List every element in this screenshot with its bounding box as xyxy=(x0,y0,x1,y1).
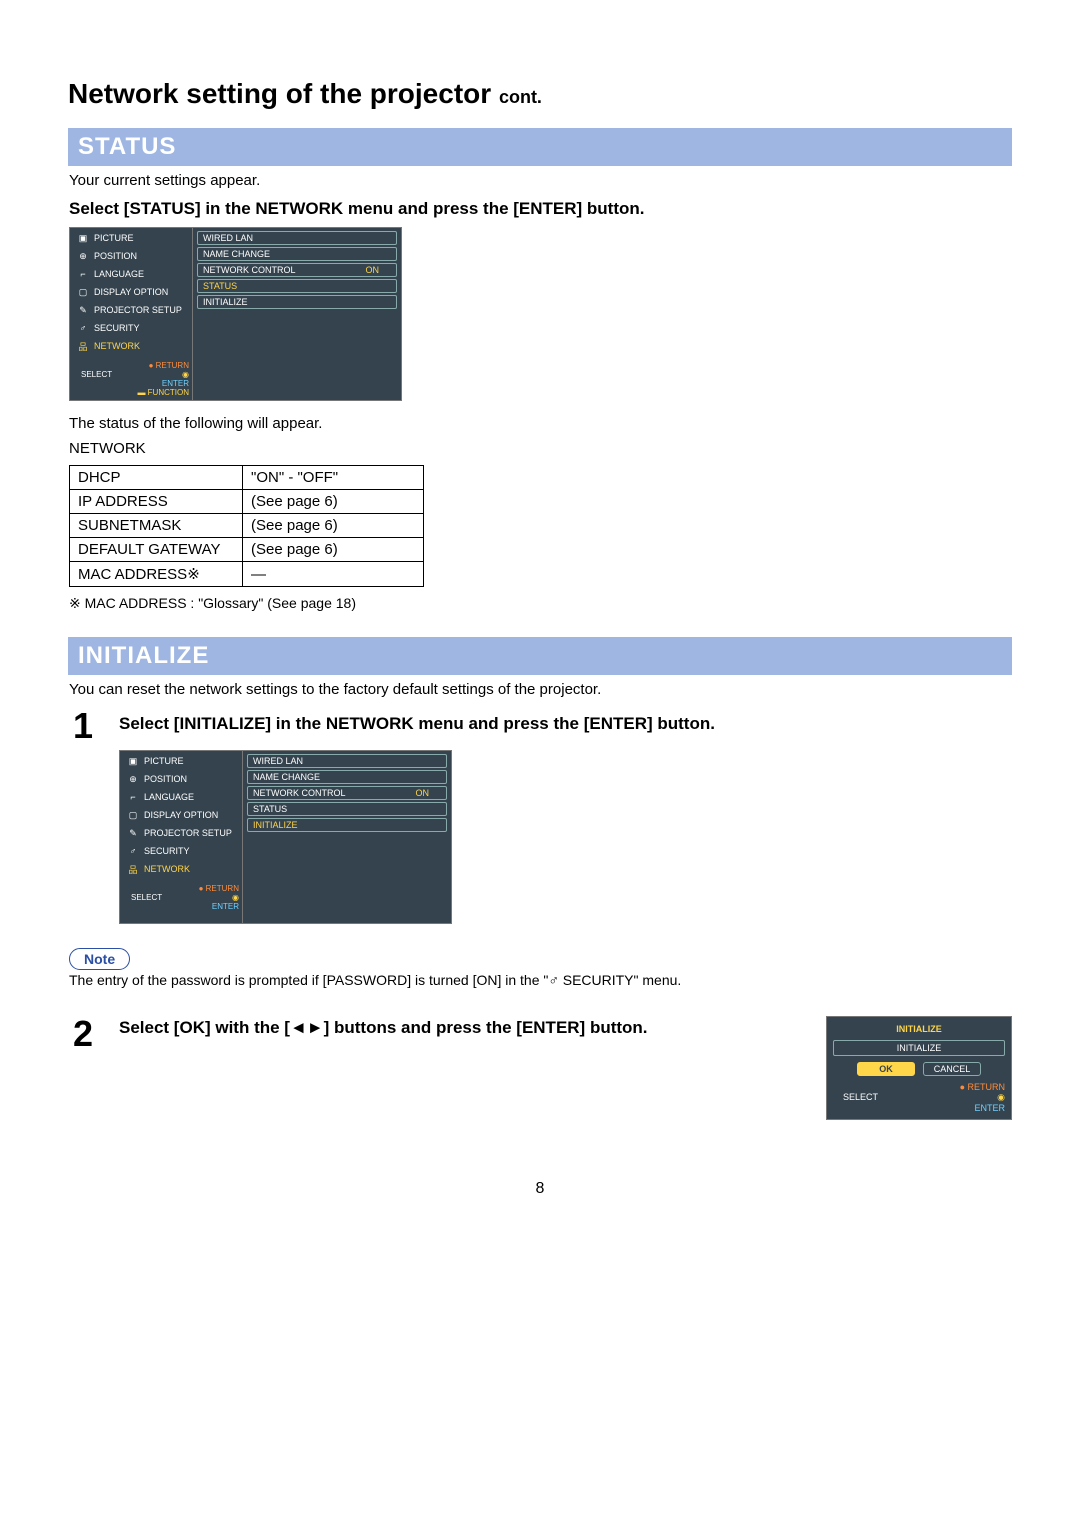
lock-icon: ♂ xyxy=(548,972,559,988)
image-icon: ▣ xyxy=(77,232,89,244)
table-row: DEFAULT GATEWAY(See page 6) xyxy=(70,538,424,562)
table-row: MAC ADDRESS※— xyxy=(70,562,424,587)
note-text: The entry of the password is prompted if… xyxy=(69,972,1012,988)
table-row: IP ADDRESS(See page 6) xyxy=(70,490,424,514)
menu-item-security: ♂SECURITY xyxy=(123,843,239,859)
select-hint: SELECT xyxy=(131,893,162,902)
submenu-initialize: INITIALIZE xyxy=(197,295,397,309)
mac-address-footnote: ※ MAC ADDRESS : "Glossary" (See page 18) xyxy=(69,595,1012,612)
page-number: 8 xyxy=(68,1180,1012,1198)
section-heading-status: STATUS xyxy=(68,128,1012,166)
osd-menu-status: ▣PICTURE ⊕POSITION ⌐LANGUAGE ▢DISPLAY OP… xyxy=(69,227,1012,401)
menu-item-network: 品NETWORK xyxy=(123,861,239,877)
step-2-text: Select [OK] with the [◄►] buttons and pr… xyxy=(119,1016,804,1038)
submenu-status: STATUS xyxy=(197,279,397,293)
select-hint: SELECT xyxy=(843,1092,878,1102)
submenu-initialize: INITIALIZE xyxy=(247,818,447,832)
dialog-nav-hints: ● RETURN SELECT ◉ ENTER xyxy=(831,1082,1007,1115)
tool-icon: ✎ xyxy=(127,827,139,839)
submenu-network-control: NETWORK CONTROLON xyxy=(197,263,397,277)
table-row: DHCP"ON" - "OFF" xyxy=(70,466,424,490)
menu-item-position: ⊕POSITION xyxy=(73,248,189,264)
display-icon: ▢ xyxy=(127,809,139,821)
return-hint: ● RETURN xyxy=(199,884,239,893)
menu-item-position: ⊕POSITION xyxy=(123,771,239,787)
step-1-text: Select [INITIALIZE] in the NETWORK menu … xyxy=(119,708,715,734)
status-instruction: Select [STATUS] in the NETWORK menu and … xyxy=(69,199,1012,219)
title-cont: cont. xyxy=(499,87,542,107)
network-status-table: DHCP"ON" - "OFF" IP ADDRESS(See page 6) … xyxy=(69,465,424,587)
enter-hint: ENTER xyxy=(974,1103,1005,1113)
osd-main-menu: ▣PICTURE ⊕POSITION ⌐LANGUAGE ▢DISPLAY OP… xyxy=(69,227,193,401)
dialog-message: INITIALIZE xyxy=(833,1040,1005,1056)
menu-item-picture: ▣PICTURE xyxy=(73,230,189,246)
menu-item-projector-setup: ✎PROJECTOR SETUP xyxy=(123,825,239,841)
step-number: 2 xyxy=(69,1016,97,1052)
menu-item-security: ♂SECURITY xyxy=(73,320,189,336)
osd-main-menu: ▣PICTURE ⊕POSITION ⌐LANGUAGE ▢DISPLAY OP… xyxy=(119,750,243,924)
menu-item-language: ⌐LANGUAGE xyxy=(123,789,239,805)
menu-item-language: ⌐LANGUAGE xyxy=(73,266,189,282)
menu-item-picture: ▣PICTURE xyxy=(123,753,239,769)
lock-icon: ♂ xyxy=(77,322,89,334)
submenu-status: STATUS xyxy=(247,802,447,816)
menu-item-network: 品NETWORK xyxy=(73,338,189,354)
submenu-name-change: NAME CHANGE xyxy=(197,247,397,261)
lock-icon: ♂ xyxy=(127,845,139,857)
submenu-name-change: NAME CHANGE xyxy=(247,770,447,784)
submenu-wired-lan: WIRED LAN xyxy=(197,231,397,245)
osd-nav-hints: ● RETURN SELECT ◉ ENTER xyxy=(120,879,242,914)
move-icon: ⊕ xyxy=(77,250,89,262)
display-icon: ▢ xyxy=(77,286,89,298)
osd-submenu: WIRED LAN NAME CHANGE NETWORK CONTROLON … xyxy=(193,227,402,401)
menu-item-projector-setup: ✎PROJECTOR SETUP xyxy=(73,302,189,318)
enter-hint: ENTER xyxy=(212,902,239,911)
menu-item-display-option: ▢DISPLAY OPTION xyxy=(123,807,239,823)
tool-icon: ✎ xyxy=(77,304,89,316)
return-hint: ● RETURN xyxy=(960,1082,1005,1092)
select-hint: SELECT xyxy=(81,370,112,379)
cancel-button[interactable]: CANCEL xyxy=(923,1062,981,1076)
initialize-dialog: INITIALIZE INITIALIZE OK CANCEL ● RETURN… xyxy=(826,1016,1012,1120)
step-2: 2 Select [OK] with the [◄►] buttons and … xyxy=(69,1016,1012,1120)
note-label: Note xyxy=(69,948,130,970)
osd-submenu: WIRED LAN NAME CHANGE NETWORK CONTROLON … xyxy=(243,750,452,924)
osd-menu-initialize: ▣PICTURE ⊕POSITION ⌐LANGUAGE ▢DISPLAY OP… xyxy=(119,750,1012,924)
submenu-network-control: NETWORK CONTROLON xyxy=(247,786,447,800)
initialize-lead: You can reset the network settings to th… xyxy=(69,681,1012,698)
section-heading-initialize: INITIALIZE xyxy=(68,637,1012,675)
heading-text: INITIALIZE xyxy=(78,642,1006,670)
osd-nav-hints: ● RETURN SELECT ◉ ENTER ▬ FUNCTION xyxy=(70,356,192,400)
move-icon: ⊕ xyxy=(127,773,139,785)
table-row: SUBNETMASK(See page 6) xyxy=(70,514,424,538)
page-title: Network setting of the projector cont. xyxy=(68,78,1012,110)
function-hint: ▬ FUNCTION xyxy=(137,388,189,397)
globe-icon: ⌐ xyxy=(77,268,89,280)
network-icon: 品 xyxy=(77,340,89,352)
ok-button[interactable]: OK xyxy=(857,1062,915,1076)
dialog-buttons: OK CANCEL xyxy=(833,1062,1005,1076)
status-of-following: The status of the following will appear. xyxy=(69,415,1012,432)
menu-item-display-option: ▢DISPLAY OPTION xyxy=(73,284,189,300)
step-number: 1 xyxy=(69,708,97,744)
title-main: Network setting of the projector xyxy=(68,78,491,109)
dialog-title: INITIALIZE xyxy=(831,1024,1007,1034)
enter-hint: ENTER xyxy=(162,379,189,388)
network-table-caption: NETWORK xyxy=(69,440,1012,457)
step-1: 1 Select [INITIALIZE] in the NETWORK men… xyxy=(69,708,1012,744)
network-icon: 品 xyxy=(127,863,139,875)
image-icon: ▣ xyxy=(127,755,139,767)
heading-text: STATUS xyxy=(78,133,1006,161)
manual-page: Network setting of the projector cont. S… xyxy=(0,0,1080,1238)
status-lead: Your current settings appear. xyxy=(69,172,1012,189)
submenu-wired-lan: WIRED LAN xyxy=(247,754,447,768)
globe-icon: ⌐ xyxy=(127,791,139,803)
return-hint: ● RETURN xyxy=(149,361,189,370)
